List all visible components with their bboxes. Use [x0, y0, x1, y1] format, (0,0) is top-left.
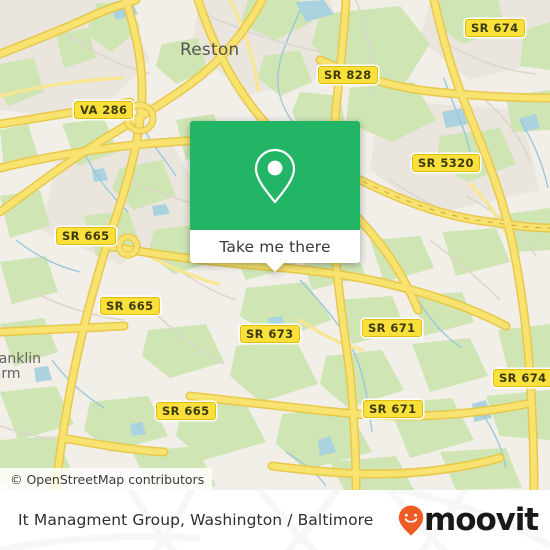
route-shield: SR 671: [363, 400, 423, 418]
moovit-smiley-pin-icon: [398, 505, 424, 536]
moovit-wordmark: moovit: [424, 501, 539, 538]
map-attribution[interactable]: © OpenStreetMap contributors: [0, 468, 213, 490]
take-me-there-button[interactable]: Take me there: [219, 238, 330, 256]
route-shield: SR 674: [493, 369, 550, 387]
route-shield: SR 665: [100, 297, 160, 315]
popup-tail-pointer: [266, 263, 284, 272]
map-canvas[interactable]: Reston Franklin Farm SR 674 SR 828 VA 28…: [0, 0, 550, 490]
route-shield: SR 5320: [412, 154, 480, 172]
route-shield: SR 665: [156, 402, 216, 420]
route-shield: SR 828: [318, 66, 378, 84]
moovit-map-screenshot: Reston Franklin Farm SR 674 SR 828 VA 28…: [0, 0, 550, 550]
popup-footer: Take me there: [190, 230, 360, 272]
place-title: It Managment Group, Washington / Baltimo…: [18, 511, 374, 529]
route-shield: SR 665: [56, 227, 116, 245]
route-shield: SR 671: [362, 319, 422, 337]
route-shield: VA 286: [74, 101, 134, 119]
location-popup-card[interactable]: Take me there: [190, 121, 360, 272]
map-attribution-text: © OpenStreetMap contributors: [10, 471, 205, 487]
moovit-logo: moovit: [398, 501, 539, 538]
popup-header: [190, 121, 360, 230]
bottom-info-bar: It Managment Group, Washington / Baltimo…: [0, 490, 550, 550]
map-pin-icon: [254, 148, 296, 203]
route-shield: SR 673: [240, 325, 300, 343]
route-shield: SR 674: [465, 19, 525, 37]
